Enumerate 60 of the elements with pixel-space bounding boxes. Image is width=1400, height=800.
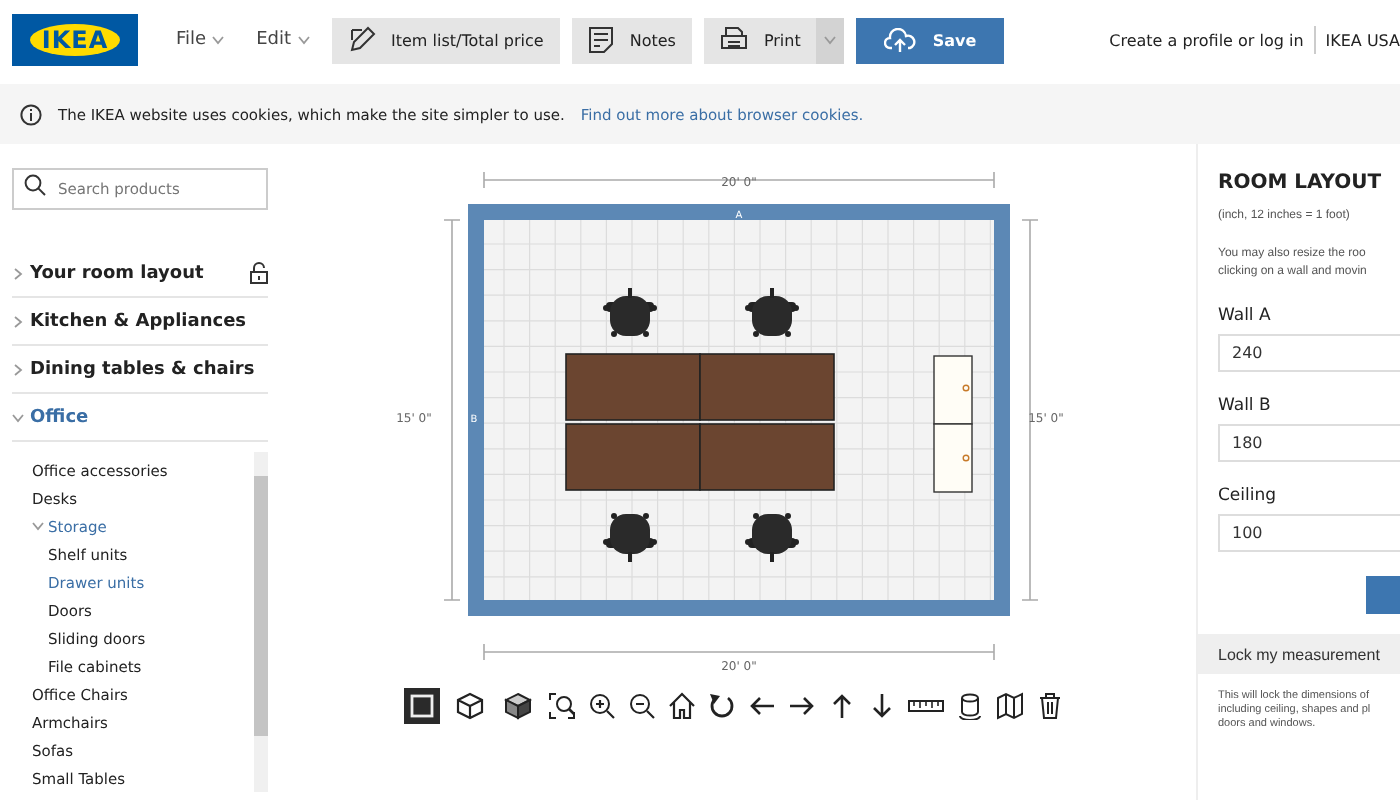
search-icon <box>24 174 46 196</box>
view-button[interactable] <box>452 688 488 724</box>
zoom-out-icon[interactable] <box>628 692 656 720</box>
menu-button[interactable]: Edit <box>246 30 319 50</box>
chevron-icon <box>824 34 837 46</box>
chevron-icon <box>12 363 24 375</box>
logo[interactable]: IKEA <box>12 14 138 66</box>
drawer-unit[interactable] <box>933 355 973 493</box>
padlock-icon[interactable] <box>250 262 268 284</box>
cube-icon <box>456 692 484 720</box>
solid-cube-icon <box>504 692 532 720</box>
item-list-button[interactable]: Item list/Total price <box>331 17 560 63</box>
save-button[interactable]: Save <box>856 17 1005 63</box>
category-item[interactable]: Kitchen & Appliances <box>12 298 268 346</box>
info-icon <box>20 103 42 125</box>
home-icon[interactable] <box>668 692 696 720</box>
chevron-icon <box>297 34 309 46</box>
chevron-icon <box>12 315 24 327</box>
view-button[interactable] <box>404 688 440 724</box>
square-icon <box>410 694 434 718</box>
lock-measurements-button[interactable]: Lock my measurement <box>1198 634 1400 674</box>
map-icon[interactable] <box>996 692 1024 720</box>
field-label: Ceiling <box>1218 486 1279 506</box>
trash-icon[interactable] <box>1036 692 1064 720</box>
office-chair[interactable] <box>603 288 657 337</box>
chevron-icon <box>32 520 44 532</box>
zoom-fit-icon[interactable] <box>548 692 576 720</box>
note-icon <box>587 26 614 54</box>
office-chair[interactable] <box>745 288 799 337</box>
field-label: Wall B <box>1218 396 1273 416</box>
menu-button[interactable]: File <box>166 30 235 50</box>
header-link[interactable]: IKEA USA <box>1325 31 1400 49</box>
category-item[interactable]: Office <box>12 394 268 442</box>
cylinder-rotate-icon[interactable] <box>956 692 984 720</box>
up-arrow-icon[interactable] <box>828 692 856 720</box>
office-chair[interactable] <box>603 513 657 562</box>
right-arrow-icon[interactable] <box>788 692 816 720</box>
input-field[interactable]: 180 <box>1218 424 1400 462</box>
left-arrow-icon[interactable] <box>748 692 776 720</box>
scrollbar[interactable] <box>254 452 268 792</box>
chevron-icon <box>12 267 24 279</box>
printer-icon <box>719 26 748 54</box>
notes-button[interactable]: Notes <box>571 17 692 63</box>
chevron-icon <box>12 411 24 423</box>
office-chair[interactable] <box>745 513 799 562</box>
input-field[interactable]: 100 <box>1218 514 1400 552</box>
panel-title: ROOM LAYOUT <box>1218 172 1384 194</box>
down-arrow-icon[interactable] <box>868 692 896 720</box>
cloud-upload-icon <box>884 27 917 53</box>
category-item[interactable]: Your room layout <box>12 250 268 298</box>
pencil-icon <box>347 26 375 54</box>
print-button[interactable]: Print <box>703 17 817 63</box>
category-item[interactable]: Dining tables & chairs <box>12 346 268 394</box>
header-link[interactable]: Create a profile or log in <box>1109 31 1304 49</box>
rotate-icon[interactable] <box>708 692 736 720</box>
chevron-icon <box>212 34 225 46</box>
zoom-in-icon[interactable] <box>588 692 616 720</box>
input-field[interactable]: 240 <box>1218 334 1400 372</box>
field-label: Wall A <box>1218 306 1273 326</box>
view-button[interactable] <box>500 688 536 724</box>
